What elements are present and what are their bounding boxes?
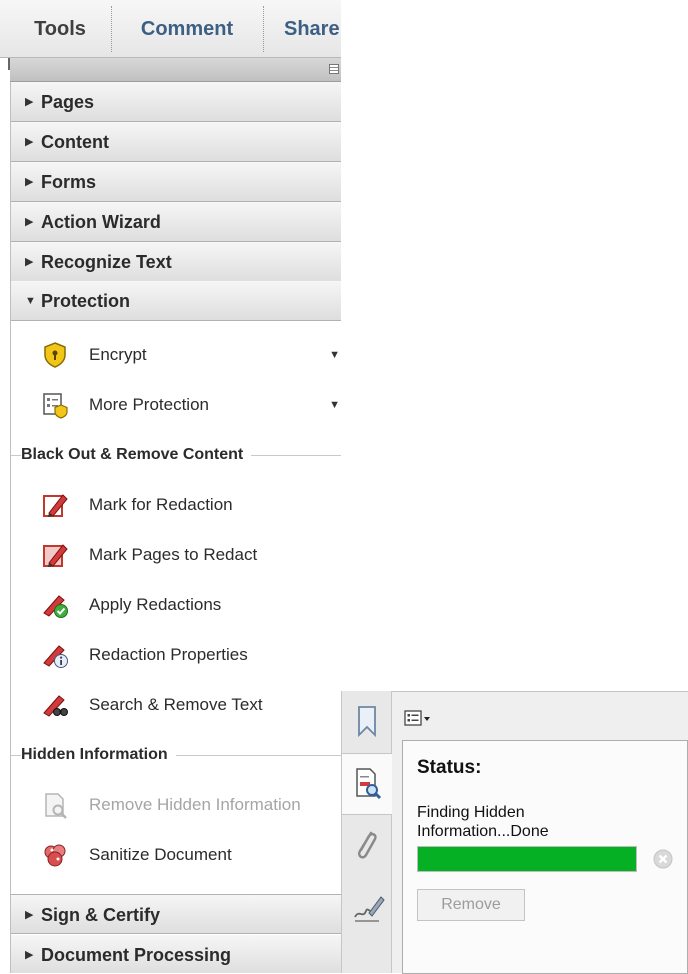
expand-arrow-icon: ▶ bbox=[25, 256, 34, 268]
panel-options-icon[interactable] bbox=[329, 64, 339, 74]
tool-label: Search & Remove Text bbox=[89, 695, 263, 714]
section-document-processing[interactable]: ▶ Document Processing bbox=[11, 935, 341, 973]
tool-search-remove-text[interactable]: Search & Remove Text bbox=[11, 680, 341, 730]
tools-panel-body: ▶ Pages ▶ Content ▶ Forms ▶ Action Wizar… bbox=[10, 82, 341, 973]
tool-redaction-properties[interactable]: Redaction Properties bbox=[11, 630, 341, 680]
section-pages[interactable]: ▶ Pages bbox=[11, 82, 341, 122]
tool-mark-for-redaction[interactable]: Mark for Redaction bbox=[11, 480, 341, 530]
sanitize-icon bbox=[44, 844, 66, 867]
group-title: Black Out & Remove Content bbox=[21, 440, 252, 470]
group-hidden-information: Hidden Information bbox=[11, 740, 341, 770]
tool-remove-hidden-information[interactable]: Remove Hidden Information bbox=[11, 780, 341, 830]
tool-apply-redactions[interactable]: Apply Redactions bbox=[11, 580, 341, 630]
expand-arrow-icon: ▶ bbox=[25, 136, 34, 148]
collapse-arrow-icon: ▼ bbox=[25, 295, 36, 307]
section-sign-certify[interactable]: ▶ Sign & Certify bbox=[11, 894, 341, 934]
progress-bar bbox=[417, 846, 637, 872]
section-action-wizard[interactable]: ▶ Action Wizard bbox=[11, 202, 341, 242]
attachments-icon bbox=[358, 831, 377, 859]
section-content[interactable]: ▶ Content bbox=[11, 122, 341, 162]
hidden-info-search-icon bbox=[356, 768, 382, 800]
tool-label: Mark Pages to Redact bbox=[89, 545, 258, 564]
tool-mark-pages-to-redact[interactable]: Mark Pages to Redact bbox=[11, 530, 341, 580]
tool-label: More Protection bbox=[89, 395, 209, 414]
section-forms[interactable]: ▶ Forms bbox=[11, 162, 341, 202]
group-title: Hidden Information bbox=[21, 740, 176, 770]
expand-arrow-icon: ▶ bbox=[25, 176, 34, 188]
tab-bar: Tools Comment Share bbox=[0, 0, 341, 58]
nav-bookmarks-button[interactable] bbox=[342, 691, 393, 753]
tool-sanitize-document[interactable]: Sanitize Document bbox=[11, 830, 341, 880]
status-message-line: Information...Done bbox=[417, 823, 549, 840]
panel-toolbar bbox=[392, 692, 688, 738]
tools-pane: Tools Comment Share ▶ Pages ▶ Content ▶ … bbox=[0, 0, 341, 973]
section-label: Protection bbox=[41, 291, 131, 311]
bookmarks-icon bbox=[358, 706, 376, 738]
remove-hidden-info-icon bbox=[45, 793, 67, 819]
tab-tools[interactable]: Tools bbox=[10, 0, 110, 58]
section-label: Sign & Certify bbox=[41, 905, 161, 925]
status-title: Status: bbox=[417, 757, 482, 778]
dropdown-arrow-icon[interactable]: ▼ bbox=[329, 380, 340, 430]
nav-attachments-button[interactable] bbox=[342, 815, 393, 877]
navigation-pane-strip bbox=[341, 691, 393, 973]
tool-label: Encrypt bbox=[89, 345, 147, 364]
expand-arrow-icon: ▶ bbox=[25, 216, 34, 228]
redaction-pages-icon bbox=[43, 544, 68, 567]
section-label: Recognize Text bbox=[41, 252, 172, 272]
search-remove-text-icon bbox=[43, 695, 68, 717]
expand-arrow-icon: ▶ bbox=[25, 96, 34, 108]
status-box: Status: Finding Hidden Information...Don… bbox=[402, 740, 688, 974]
redaction-properties-icon bbox=[43, 645, 68, 668]
tool-label: Remove Hidden Information bbox=[89, 795, 301, 814]
section-recognize-text[interactable]: ▶ Recognize Text bbox=[11, 242, 341, 282]
nav-signatures-button[interactable] bbox=[342, 877, 393, 939]
encrypt-shield-icon bbox=[44, 342, 66, 368]
options-menu-icon[interactable] bbox=[404, 709, 432, 727]
nav-hidden-info-button[interactable] bbox=[342, 753, 393, 815]
tab-share[interactable]: Share bbox=[264, 0, 341, 58]
tool-more-protection[interactable]: More Protection ▼ bbox=[11, 380, 341, 430]
section-protection[interactable]: ▼ Protection bbox=[11, 281, 341, 321]
tool-label: Apply Redactions bbox=[89, 595, 222, 614]
section-label: Pages bbox=[41, 92, 95, 112]
section-label: Document Processing bbox=[41, 945, 232, 965]
progress-fill bbox=[418, 847, 636, 871]
tool-label: Mark for Redaction bbox=[89, 495, 233, 514]
section-label: Action Wizard bbox=[41, 212, 161, 232]
tool-encrypt[interactable]: Encrypt ▼ bbox=[11, 330, 341, 380]
tab-comment[interactable]: Comment bbox=[112, 0, 262, 58]
dropdown-arrow-icon[interactable]: ▼ bbox=[329, 330, 340, 380]
remove-button[interactable]: Remove bbox=[417, 889, 525, 921]
more-protection-icon bbox=[43, 393, 68, 419]
tool-label: Redaction Properties bbox=[89, 645, 248, 664]
expand-arrow-icon: ▶ bbox=[25, 909, 34, 921]
section-label: Content bbox=[41, 132, 109, 152]
section-label: Forms bbox=[41, 172, 97, 192]
group-blackout: Black Out & Remove Content bbox=[11, 440, 341, 470]
signatures-icon bbox=[354, 896, 385, 922]
hidden-information-panel: Status: Finding Hidden Information...Don… bbox=[392, 691, 688, 974]
cancel-icon[interactable] bbox=[653, 849, 673, 869]
panel-header bbox=[10, 58, 341, 82]
status-message-line: Finding Hidden bbox=[417, 804, 525, 821]
expand-arrow-icon: ▶ bbox=[25, 949, 34, 961]
status-message: Finding Hidden Information...Done bbox=[417, 803, 657, 841]
apply-redactions-icon bbox=[43, 595, 68, 618]
redaction-marker-icon bbox=[43, 494, 68, 517]
tool-label: Sanitize Document bbox=[89, 845, 232, 864]
